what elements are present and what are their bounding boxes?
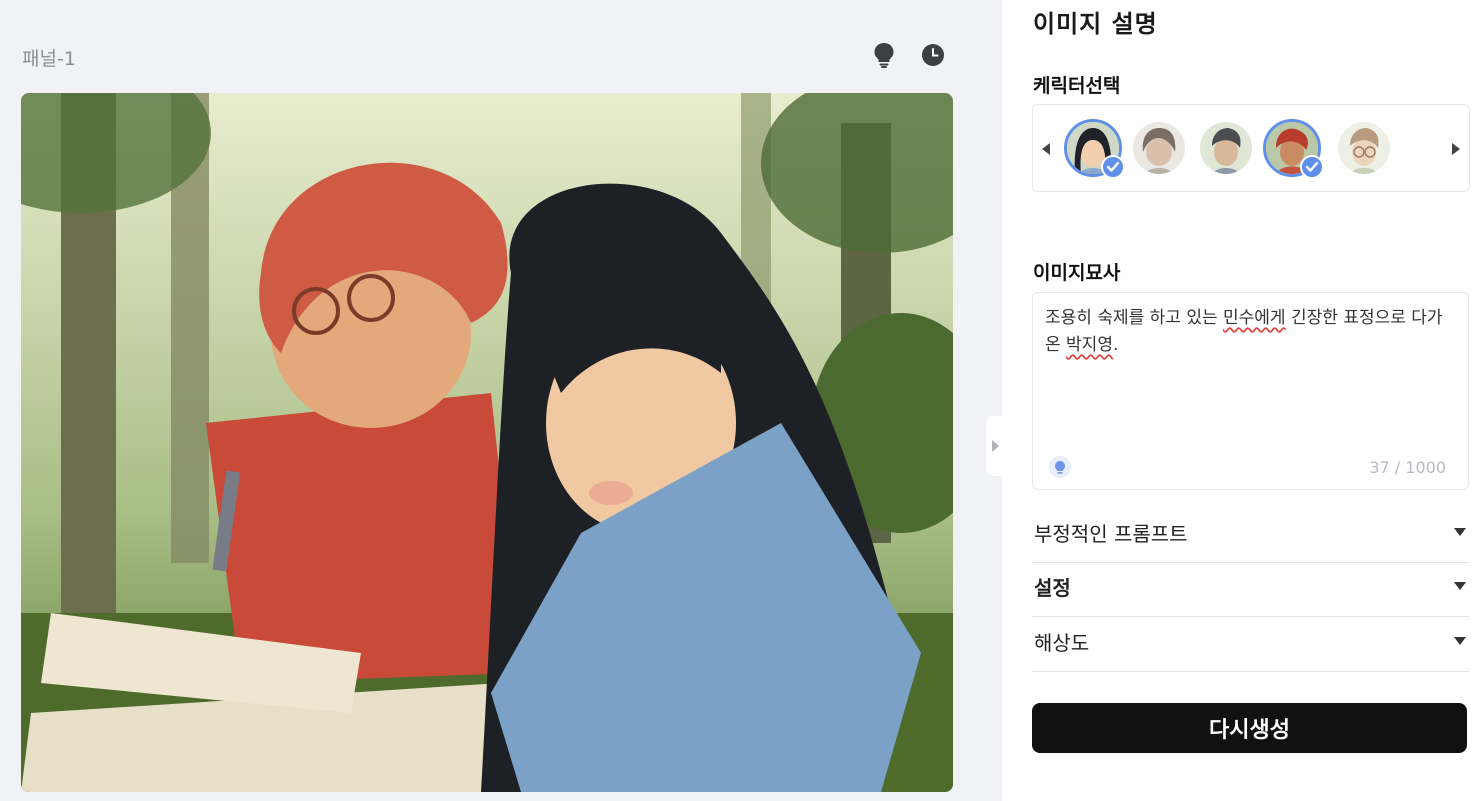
spellcheck-word: 민수에게 [1223,308,1286,328]
generated-image [21,93,953,792]
selected-check-icon [1300,155,1324,179]
description-text[interactable]: 조용히 숙제를 하고 있는 민수에게 긴장한 표정으로 다가온 박지영. [1045,305,1454,359]
character-avatar-1[interactable] [1064,119,1125,179]
accordion-settings[interactable]: 설정 [1032,563,1469,617]
accordion-negative-prompt[interactable]: 부정적인 프롬프트 [1032,509,1469,563]
selected-check-icon [1101,155,1125,179]
image-description-label: 이미지묘사 [1033,262,1121,284]
lightbulb-icon [1055,461,1065,474]
chevron-right-icon [992,440,999,452]
sidebar-heading: 이미지 설명 [1033,10,1158,38]
accordion-label: 해상도 [1034,631,1090,655]
image-description-textarea[interactable]: 조용히 숙제를 하고 있는 민수에게 긴장한 표정으로 다가온 박지영. 37 … [1032,292,1469,490]
character-avatar-3[interactable] [1197,119,1255,177]
character-avatar-2[interactable] [1130,119,1188,177]
carousel-next-button[interactable] [1449,141,1463,157]
spellcheck-word: 박지영 [1066,335,1113,355]
prompt-hint-button[interactable] [1049,456,1071,478]
character-counter: 37 / 1000 [1369,458,1446,477]
regenerate-button[interactable]: 다시생성 [1032,703,1467,753]
forest-illustration [21,93,953,792]
triangle-left-icon [1042,143,1050,155]
character-select-label: 케릭터선택 [1033,75,1121,97]
character-carousel [1032,104,1470,192]
accordion-resolution[interactable]: 해상도 [1032,618,1469,672]
history-clock-icon[interactable] [920,42,946,68]
caret-down-icon [1454,528,1466,536]
accordion-label: 부정적인 프롬프트 [1034,522,1188,546]
character-avatar-5[interactable] [1335,119,1393,177]
lightbulb-icon[interactable] [871,42,897,68]
carousel-prev-button[interactable] [1039,141,1053,157]
triangle-right-icon [1452,143,1460,155]
panel-title: 패널-1 [22,48,76,70]
canvas-area: 패널-1 [0,0,1004,801]
caret-down-icon [1454,637,1466,645]
caret-down-icon [1454,582,1466,590]
sidebar: 이미지 설명 케릭터선택 이미지묘사 조용히 숙제를 하고 있는 민수에게 긴장… [1002,0,1482,801]
accordion-label: 설정 [1034,576,1071,600]
character-avatar-4[interactable] [1263,119,1324,179]
